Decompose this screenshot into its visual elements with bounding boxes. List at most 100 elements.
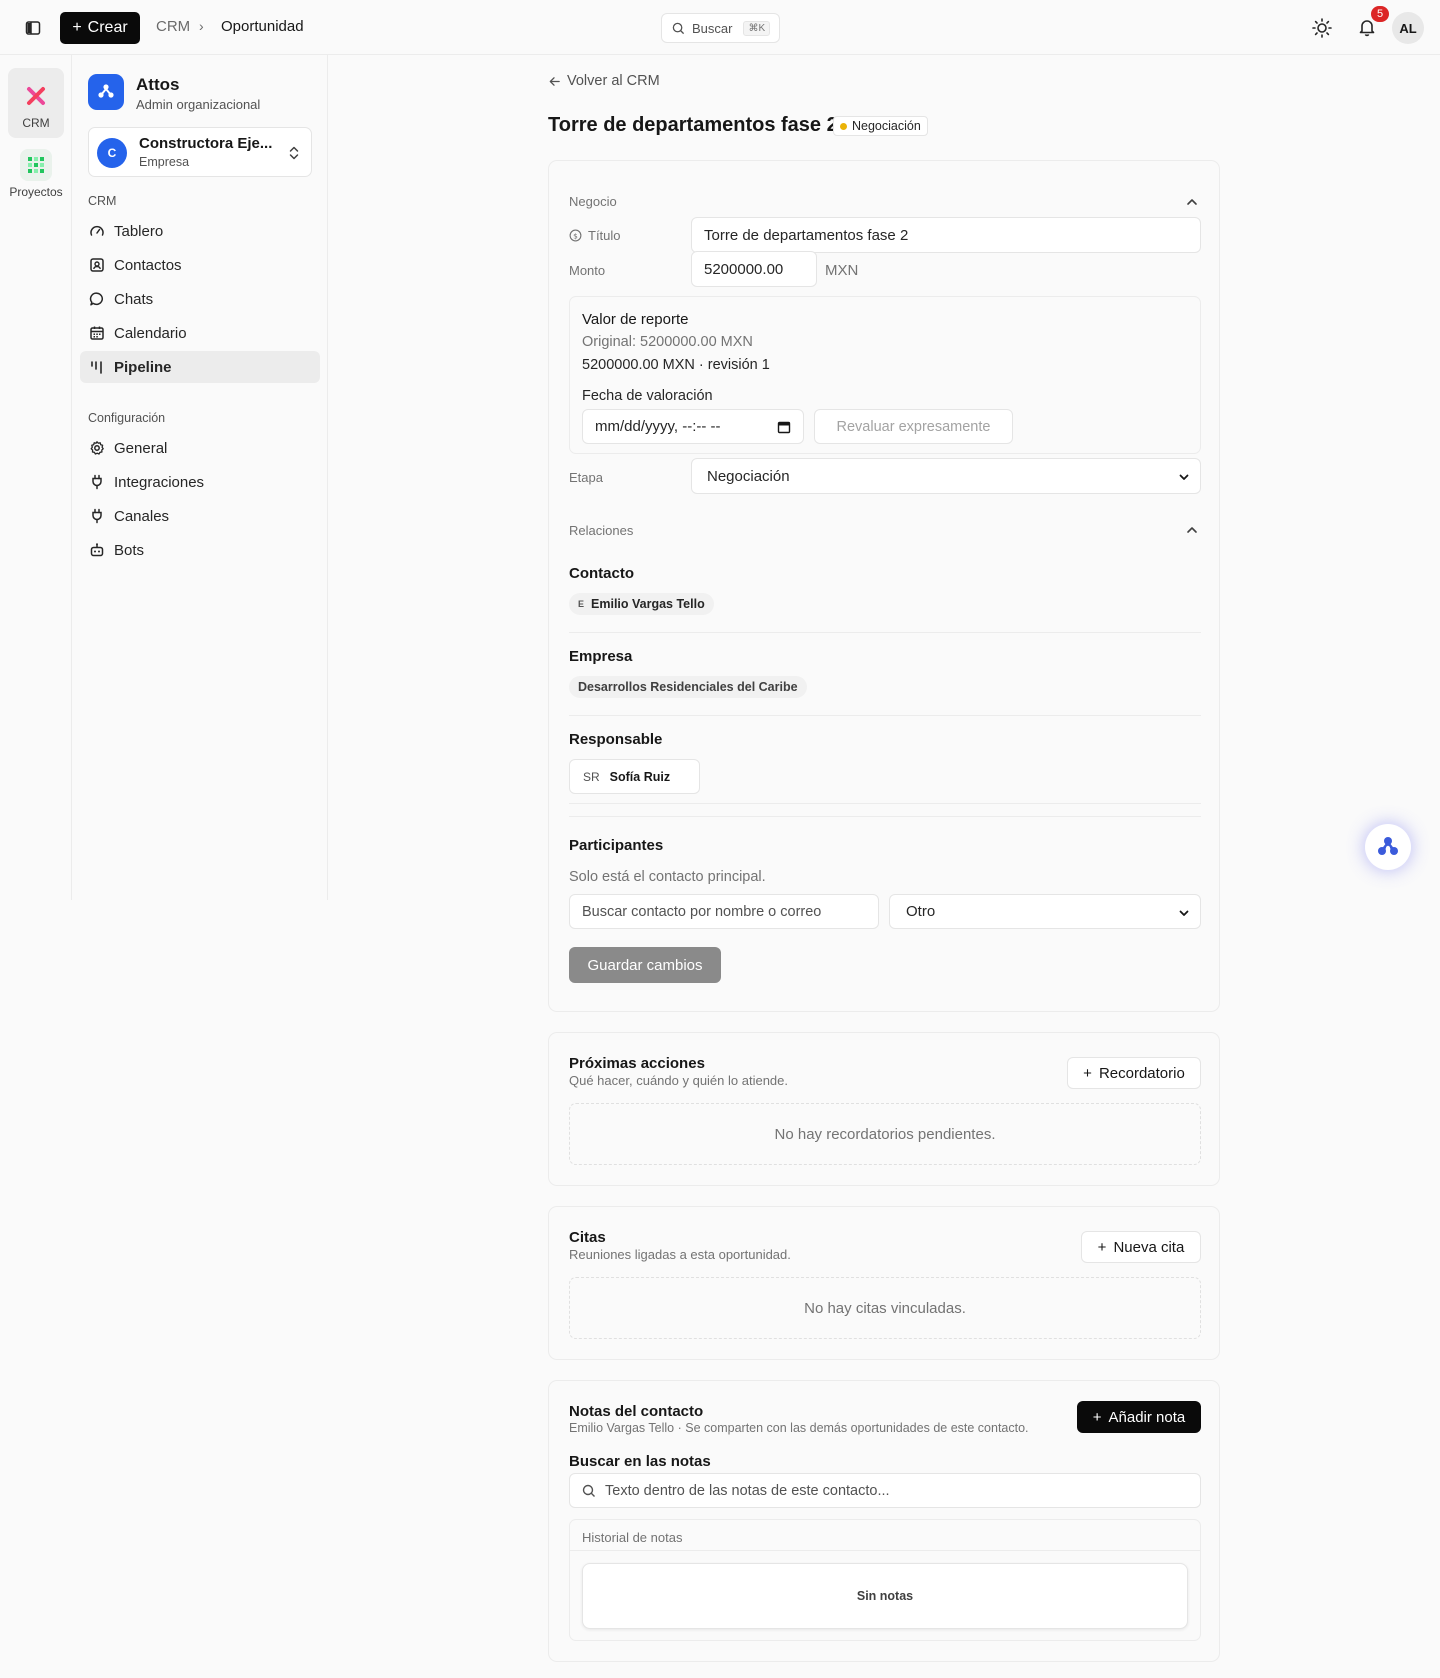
- assistant-bot-button[interactable]: [1365, 824, 1411, 870]
- plus-icon: +: [72, 19, 82, 36]
- deal-form-card: Negocio $ Título Torre de departamentos …: [548, 160, 1220, 1012]
- report-value-box: Valor de reporte Original: 5200000.00 MX…: [569, 296, 1201, 454]
- owner-selector[interactable]: SR Sofía Ruiz: [569, 759, 700, 794]
- deal-title-input[interactable]: Torre de departamentos fase 2: [691, 217, 1201, 253]
- breadcrumb-crm[interactable]: CRM: [156, 18, 190, 35]
- contact-label: Contacto: [569, 565, 634, 582]
- chevron-up-down-icon: [287, 144, 301, 162]
- contact-chip[interactable]: E Emilio Vargas Tello: [569, 593, 714, 615]
- amount-field-label: Monto: [569, 263, 606, 278]
- meetings-empty-state: No hay citas vinculadas.: [569, 1277, 1201, 1339]
- top-bar: + Crear CRM › Oportunidad Buscar ⌘K 5 AL: [0, 0, 1440, 55]
- sidebar-item-tablero[interactable]: Tablero: [80, 215, 320, 247]
- org-role: Admin organizacional: [136, 97, 261, 112]
- divider: [569, 632, 1201, 633]
- notes-search-label: Buscar en las notas: [569, 1453, 711, 1470]
- owner-initials: SR: [583, 769, 600, 784]
- search-icon: [672, 22, 685, 34]
- add-note-label: Añadir nota: [1108, 1408, 1186, 1426]
- sidebar-item-label: Contactos: [114, 256, 182, 274]
- notes-history-label: Historial de notas: [582, 1530, 683, 1545]
- create-button[interactable]: + Crear: [60, 12, 140, 44]
- participant-role-value: Otro: [906, 903, 936, 920]
- divider: [569, 715, 1201, 716]
- meetings-subtitle: Reuniones ligadas a esta oportunidad.: [569, 1247, 791, 1262]
- rail-item-projects[interactable]: Proyectos: [8, 147, 64, 207]
- add-reminder-label: Recordatorio: [1098, 1064, 1185, 1082]
- revalue-button[interactable]: Revaluar expresamente: [814, 409, 1013, 444]
- add-reminder-button[interactable]: + Recordatorio: [1067, 1057, 1201, 1089]
- save-changes-button[interactable]: Guardar cambios: [569, 947, 721, 983]
- calendar-icon[interactable]: [777, 420, 791, 438]
- meetings-title: Citas: [569, 1229, 606, 1246]
- sidebar: Attos Admin organizacional C Constructor…: [72, 55, 328, 900]
- currency-label: MXN: [825, 262, 859, 279]
- report-value-title: Valor de reporte: [582, 311, 689, 328]
- pipeline-icon: [89, 359, 105, 375]
- user-avatar[interactable]: AL: [1392, 12, 1424, 44]
- config-section-label: Configuración: [88, 411, 166, 425]
- sidebar-item-pipeline[interactable]: Pipeline: [80, 351, 320, 383]
- valuation-date-placeholder: mm/dd/yyyy, --:-- --: [595, 418, 721, 435]
- global-search-button[interactable]: Buscar ⌘K: [661, 13, 780, 43]
- deal-amount-input[interactable]: 5200000.00: [691, 251, 817, 287]
- sidebar-item-chats[interactable]: Chats: [80, 283, 320, 315]
- relations-section-label: Relaciones: [569, 523, 634, 538]
- deal-section-label: Negocio: [569, 194, 617, 209]
- sidebar-item-bots[interactable]: Bots: [80, 534, 320, 566]
- crm-section-label: CRM: [88, 194, 117, 208]
- title-field-label: $ Título: [569, 228, 621, 243]
- create-button-label: Crear: [87, 19, 128, 36]
- bot-icon: [89, 542, 105, 558]
- page-title: Torre de departamentos fase 2: [548, 114, 838, 136]
- notes-title: Notas del contacto: [569, 1403, 704, 1420]
- stage-select-value: Negociación: [707, 467, 790, 485]
- search-icon: [582, 1484, 595, 1497]
- notes-search-input[interactable]: Texto dentro de las notas de este contac…: [569, 1473, 1201, 1508]
- chat-bubble-icon: [89, 291, 105, 307]
- plus-icon: +: [1092, 1408, 1102, 1426]
- next-actions-card: Próximas acciones Qué hacer, cuándo y qu…: [548, 1032, 1220, 1186]
- contact-chip-name: Emilio Vargas Tello: [591, 597, 705, 611]
- report-current-value: 5200000.00 MXN · revisión 1: [582, 357, 770, 373]
- participant-role-select[interactable]: Otro: [889, 894, 1201, 929]
- valuation-date-input[interactable]: mm/dd/yyyy, --:-- --: [582, 409, 804, 444]
- participant-search-input[interactable]: Buscar contacto por nombre o correo: [569, 894, 879, 929]
- divider: [569, 803, 1201, 804]
- company-selector[interactable]: C Constructora Eje... Empresa: [88, 127, 312, 177]
- sidebar-item-label: Integraciones: [114, 473, 205, 491]
- arrow-left-icon: [549, 76, 560, 86]
- report-original-value: Original: 5200000.00 MXN: [582, 334, 753, 350]
- next-actions-subtitle: Qué hacer, cuándo y quién lo atiende.: [569, 1073, 788, 1088]
- rail-item-crm[interactable]: CRM: [8, 68, 64, 138]
- sidebar-item-integraciones[interactable]: Integraciones: [80, 466, 320, 498]
- collapse-relations-chevron-up-icon[interactable]: [1185, 523, 1199, 537]
- plus-icon: +: [1097, 1238, 1107, 1256]
- back-to-crm-link[interactable]: Volver al CRM: [548, 73, 660, 89]
- new-meeting-button[interactable]: + Nueva cita: [1081, 1231, 1201, 1263]
- owner-label: Responsable: [569, 731, 663, 748]
- sidebar-item-label: General: [114, 439, 168, 457]
- contact-chip-initial: E: [578, 599, 585, 609]
- next-actions-title: Próximas acciones: [569, 1055, 705, 1072]
- theme-toggle-sun-icon[interactable]: [1311, 17, 1333, 39]
- sidebar-item-contactos[interactable]: Contactos: [80, 249, 320, 281]
- calendar-icon: [89, 325, 105, 341]
- projects-icon: [20, 149, 52, 181]
- sidebar-item-label: Bots: [114, 541, 145, 559]
- valuation-date-label: Fecha de valoración: [582, 388, 713, 404]
- title-label-text: Título: [588, 228, 621, 243]
- sidebar-item-label: Calendario: [114, 324, 187, 342]
- company-name: Constructora Eje...: [139, 135, 273, 152]
- notes-subtitle: Emilio Vargas Tello · Se comparten con l…: [569, 1421, 1029, 1435]
- stage-select[interactable]: Negociación: [691, 458, 1201, 494]
- sidebar-toggle-icon[interactable]: [22, 17, 44, 39]
- collapse-deal-chevron-up-icon[interactable]: [1185, 195, 1199, 209]
- sidebar-item-calendario[interactable]: Calendario: [80, 317, 320, 349]
- company-chip[interactable]: Desarrollos Residenciales del Caribe: [569, 676, 807, 698]
- add-note-button[interactable]: + Añadir nota: [1077, 1401, 1201, 1433]
- sidebar-item-general[interactable]: General: [80, 432, 320, 464]
- notes-history-box: Historial de notas Sin notas: [569, 1519, 1201, 1641]
- sidebar-item-canales[interactable]: Canales: [80, 500, 320, 532]
- chevron-right-icon: ›: [199, 18, 204, 34]
